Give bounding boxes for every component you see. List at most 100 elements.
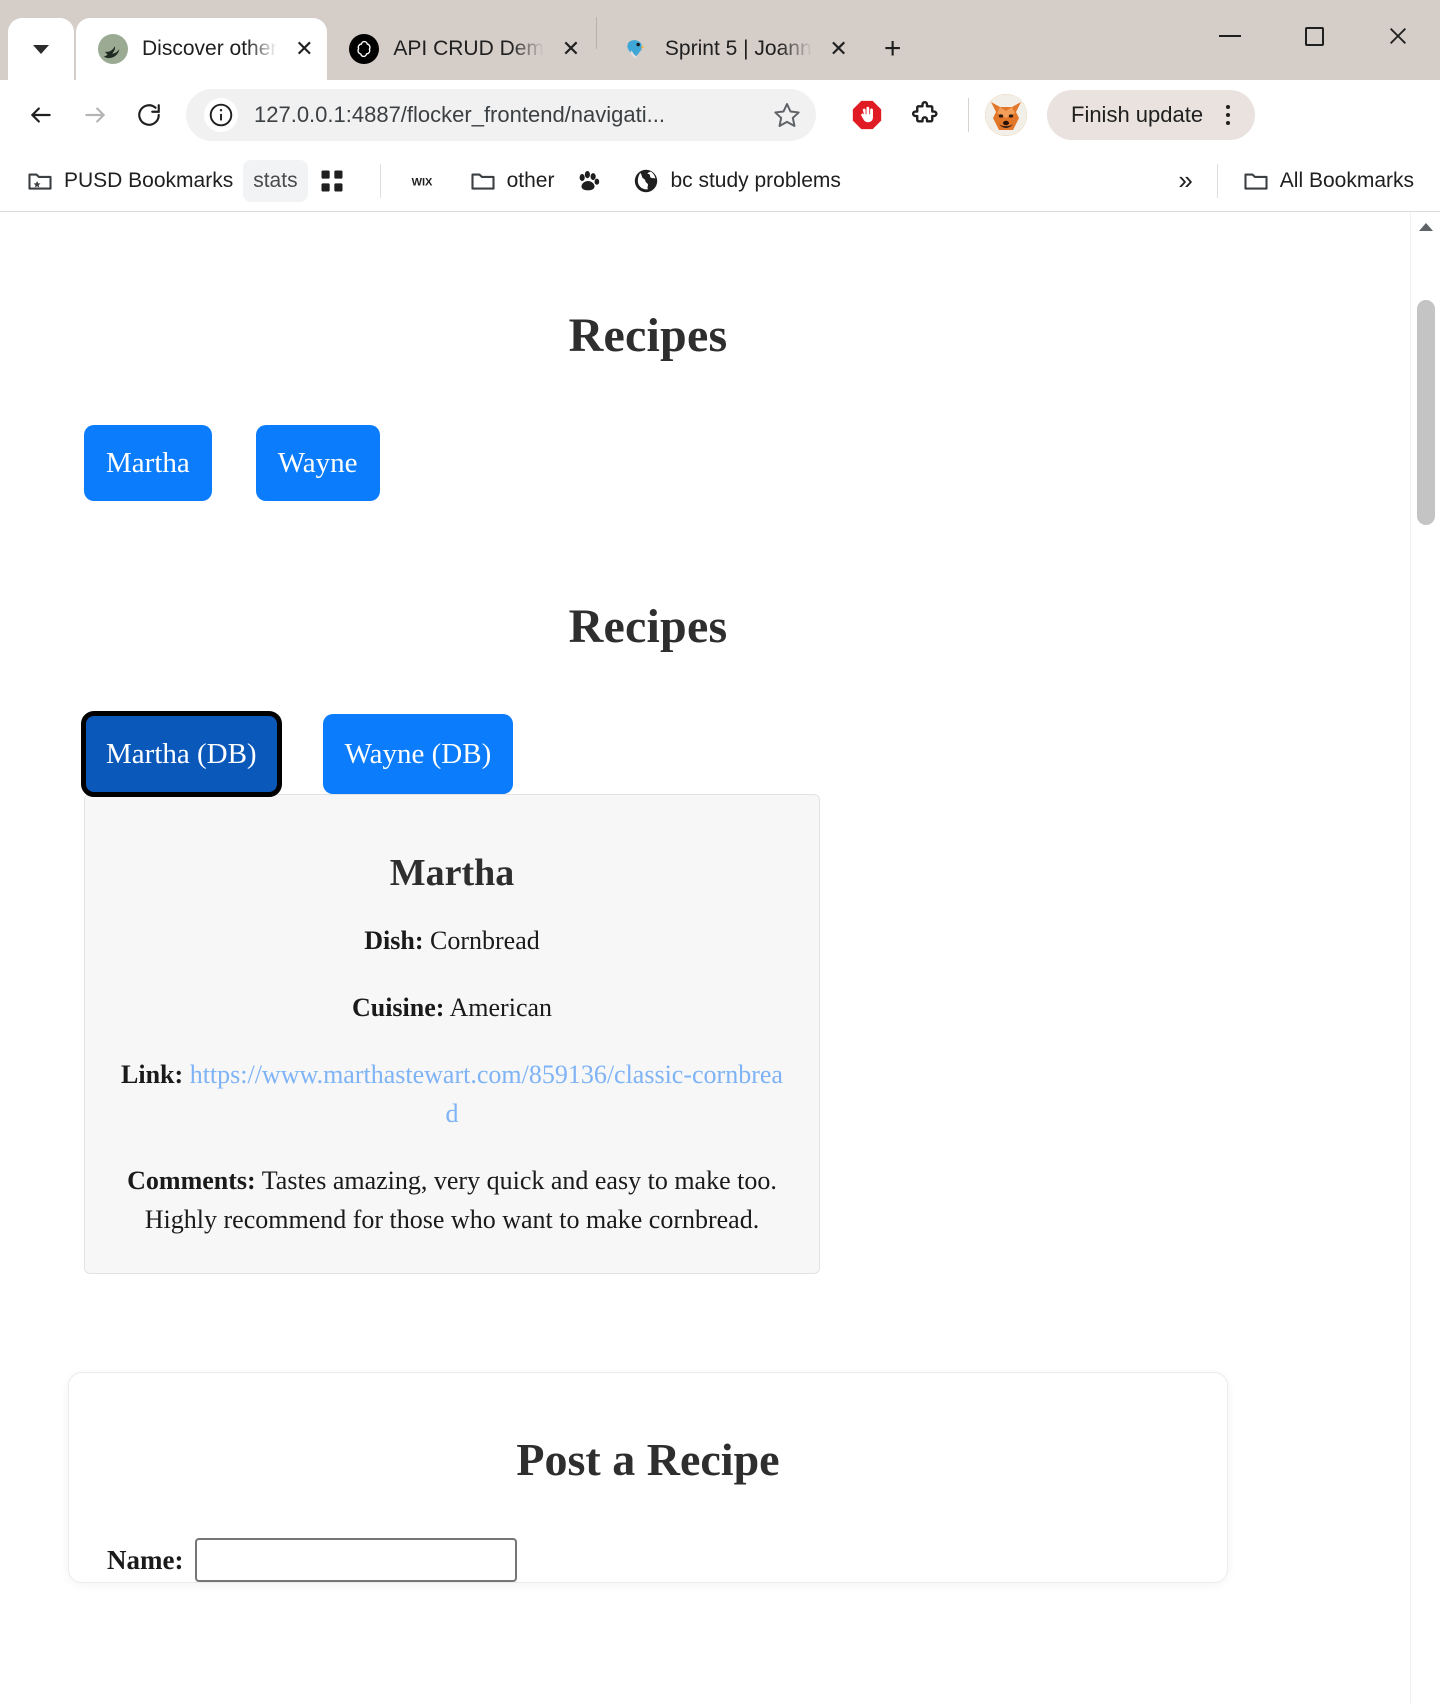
finish-update-label: Finish update [1071,102,1204,127]
chef-button-wayne-db[interactable]: Wayne (DB) [322,714,514,794]
recipe-dish-label: Dish: [364,926,424,955]
back-arrow-icon [31,107,51,123]
adblock-extension-button[interactable] [840,88,894,142]
forward-arrow-icon [85,107,105,123]
svg-text:WIX: WIX [411,176,432,188]
bookmark-wix[interactable]: WIX [395,160,459,202]
tab-title: API CRUD Dem [393,37,544,60]
reload-icon [138,104,160,126]
fox-avatar-icon [985,94,1027,136]
name-field-label: Name: [107,1544,184,1575]
bookmark-label: PUSD Bookmarks [64,168,234,192]
bookmark-stats[interactable]: stats [243,159,308,202]
address-bar[interactable]: 127.0.0.1:4887/flocker_frontend/navigati… [186,89,816,141]
tab-api-crud-demo[interactable]: API CRUD Dem ✕ [327,18,594,80]
finish-update-button[interactable]: Finish update [1047,90,1256,140]
all-bookmarks-button[interactable]: All Bookmarks [1232,160,1424,202]
back-button[interactable] [14,88,68,142]
page-title-recipes-db: Recipes [568,600,728,653]
tab-strip: Discover other ✕ API CRUD Dem ✕ Sprint 5… [0,0,1440,80]
bookmarks-divider [379,163,381,198]
tab-title: Sprint 5 | Joann [664,37,812,60]
browser-window: Discover other ✕ API CRUD Dem ✕ Sprint 5… [0,0,1440,1704]
chevron-down-icon [33,44,49,54]
all-bookmarks-label: All Bookmarks [1279,168,1414,192]
tab-close-icon[interactable]: ✕ [824,34,854,64]
tab-search-button[interactable] [8,18,74,80]
window-controls [1188,0,1440,72]
recipe-dish-row: Dish: Cornbread [121,921,783,960]
navigation-toolbar: 127.0.0.1:4887/flocker_frontend/navigati… [0,80,1440,150]
overflow-chevrons-icon: » [1178,165,1193,195]
tab-sprint-5[interactable]: Sprint 5 | Joann ✕ [599,18,862,80]
page-scrollbar[interactable] [1410,212,1440,1704]
wix-icon: WIX [405,171,439,191]
recipe-link-row: Link: https://www.marthastewart.com/8591… [121,1055,783,1133]
toolbar-divider [968,98,969,132]
db-chef-button-row: Martha (DB) Wayne (DB) [0,711,1296,797]
recipe-cuisine-value: American [449,993,553,1022]
post-recipe-card: Post a Recipe Name: [68,1372,1228,1583]
bookmark-bc-study-problems[interactable]: bc study problems [622,160,850,202]
scrollbar-thumb[interactable] [1417,300,1435,525]
scroll-up-button[interactable] [1411,212,1440,242]
browser-menu-icon[interactable] [1211,98,1245,132]
bookmarks-bar: PUSD Bookmarks stats WIX other bc study … [0,150,1440,212]
folder-icon [469,167,497,195]
close-window-button[interactable] [1356,0,1440,72]
recipe-comments-row: Comments: Tastes amazing, very quick and… [121,1161,783,1239]
tab-close-icon[interactable]: ✕ [556,34,586,64]
bookmark-pusd-bookmarks[interactable]: PUSD Bookmarks [16,160,243,202]
folder-star-icon [26,167,54,195]
minimize-icon [1219,35,1241,37]
bookmark-label: bc study problems [670,168,841,192]
tab-discover-other[interactable]: Discover other ✕ [76,18,328,80]
url-text: 127.0.0.1:4887/flocker_frontend/navigati… [254,102,665,127]
browser-toolbar-actions: Finish update [840,88,1256,142]
api-chef-button-row: Martha Wayne [0,425,1296,501]
bookmark-star-icon[interactable] [764,92,810,138]
maximize-button[interactable] [1272,0,1356,72]
site-info-icon[interactable] [204,98,238,132]
bookmarks-overflow-button[interactable]: » [1168,160,1202,202]
recipes-page: Recipes Martha Wayne Recipes Martha (DB)… [0,308,1296,1704]
tab-divider [595,17,597,49]
globe-icon [632,167,660,195]
chevron-up-icon [1419,223,1433,231]
recipe-comments-label: Comments: [127,1166,256,1195]
bookmark-label: other [506,168,555,192]
chef-button-martha[interactable]: Martha [84,425,212,501]
bookmark-apps-grid[interactable] [308,160,366,202]
chef-button-wayne[interactable]: Wayne [255,425,380,501]
chef-button-martha-db[interactable]: Martha (DB) [81,711,282,797]
bird-icon [98,34,128,64]
recipe-dish-value: Cornbread [430,926,540,955]
parrot-icon [621,34,651,64]
maximize-icon [1304,26,1324,46]
recipe-link[interactable]: https://www.marthastewart.com/859136/cla… [190,1060,783,1128]
minimize-button[interactable] [1188,0,1272,72]
recipe-chef-name: Martha [389,852,515,894]
bookmark-paw[interactable] [564,160,622,202]
tab-title: Discover other [142,37,278,60]
adblock-icon [852,100,882,130]
new-tab-button[interactable]: + [870,26,916,72]
forward-button[interactable] [68,88,122,142]
extensions-button[interactable] [898,88,952,142]
bookmarks-divider-right [1216,163,1218,198]
recipe-cuisine-row: Cuisine: American [121,988,783,1027]
bookmark-other[interactable]: other [459,160,565,202]
profile-avatar[interactable] [985,94,1027,136]
page-title-recipes-api: Recipes [568,309,728,362]
page-viewport: Recipes Martha Wayne Recipes Martha (DB)… [0,212,1440,1704]
recipe-card: Martha Dish: Cornbread Cuisine: American… [84,794,820,1274]
post-recipe-heading: Post a Recipe [516,1434,780,1485]
name-field-row: Name: [69,1538,1227,1582]
name-input[interactable] [195,1538,518,1582]
grid-apps-icon [318,167,346,195]
recipe-cuisine-label: Cuisine: [351,993,445,1022]
tab-close-icon[interactable]: ✕ [289,34,319,64]
folder-icon [1242,167,1270,195]
reload-button[interactable] [122,88,176,142]
close-icon [1390,28,1406,44]
